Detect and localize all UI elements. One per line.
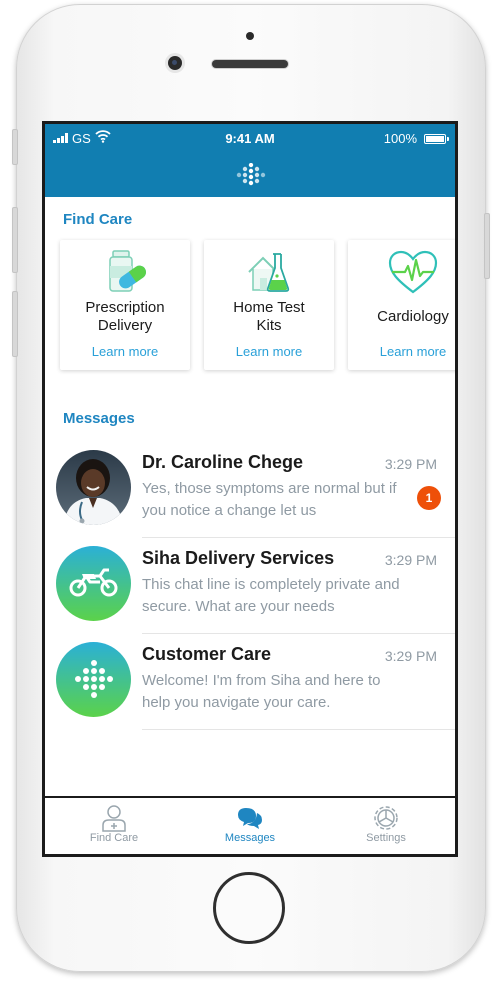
- find-care-heading: Find Care: [63, 211, 133, 228]
- message-preview: Welcome! I'm from Siha and here to help …: [142, 672, 381, 711]
- app-screen: GS 9:41 AM 100% Find Care Prescription D…: [42, 121, 458, 857]
- message-time: 3:29 PM: [384, 648, 437, 664]
- message-row-siha-delivery[interactable]: Siha Delivery Services 3:29 PM This chat…: [45, 538, 455, 634]
- message-time: 3:29 PM: [384, 456, 437, 472]
- proximity-sensor: [246, 32, 254, 40]
- learn-more-link[interactable]: Learn more: [60, 344, 190, 359]
- sender-name: Siha Delivery Services: [142, 548, 335, 568]
- siha-dots-logo-icon: [236, 163, 266, 186]
- learn-more-link[interactable]: Learn more: [204, 344, 334, 359]
- card-prescription-delivery[interactable]: Prescription Delivery Learn more: [60, 240, 190, 370]
- bottom-tab-bar: Find Care Messages Settings: [45, 796, 455, 854]
- tab-label: Messages: [224, 832, 276, 844]
- battery-icon: [424, 134, 449, 144]
- heart-pulse-icon: [388, 250, 438, 294]
- sender-name: Dr. Caroline Chege: [142, 452, 304, 472]
- status-bar: GS 9:41 AM 100%: [45, 129, 455, 149]
- find-care-carousel[interactable]: Prescription Delivery Learn more Home Te…: [60, 240, 455, 372]
- app-header: GS 9:41 AM 100%: [45, 124, 455, 197]
- card-title: Home Test Kits: [233, 299, 305, 334]
- tab-label: Find Care: [89, 832, 139, 844]
- sender-name: Customer Care: [142, 644, 272, 664]
- home-flask-icon: [248, 253, 290, 292]
- doctor-avatar: [56, 450, 131, 525]
- tab-messages[interactable]: Messages: [181, 804, 319, 844]
- mute-switch: [12, 129, 18, 165]
- tab-settings[interactable]: Settings: [317, 804, 455, 844]
- tab-label: Settings: [366, 832, 406, 844]
- message-row-customer-care[interactable]: Customer Care 3:29 PM Welcome! I'm from …: [45, 634, 455, 730]
- person-icon: [102, 805, 126, 832]
- customer-care-avatar: [56, 642, 131, 717]
- message-preview: Yes, those symptoms are normal but if yo…: [142, 480, 397, 519]
- power-button: [484, 213, 490, 279]
- front-camera: [168, 56, 182, 70]
- card-title: Cardiology: [377, 308, 449, 325]
- volume-down-button: [12, 291, 18, 357]
- messages-heading: Messages: [63, 410, 135, 427]
- earpiece-speaker: [212, 60, 288, 68]
- message-row-caroline-chege[interactable]: Dr. Caroline Chege 3:29 PM Yes, those sy…: [45, 442, 455, 538]
- card-title: Prescription Delivery: [85, 299, 165, 334]
- battery-percent: 100%: [383, 131, 417, 146]
- home-button[interactable]: [213, 872, 285, 944]
- pill-bottle-icon: [109, 250, 146, 292]
- divider: [142, 729, 455, 730]
- card-home-test-kits[interactable]: Home Test Kits Learn more: [204, 240, 334, 370]
- card-cardiology[interactable]: Cardiology Learn more: [348, 240, 455, 370]
- learn-more-link[interactable]: Learn more: [348, 344, 455, 359]
- unread-badge: 1: [417, 486, 441, 510]
- tab-find-care[interactable]: Find Care: [45, 804, 183, 844]
- chat-bubbles-icon: [238, 808, 262, 829]
- message-preview: This chat line is completely private and…: [142, 576, 400, 615]
- motorcycle-avatar: [56, 546, 131, 621]
- volume-up-button: [12, 207, 18, 273]
- message-time: 3:29 PM: [384, 552, 437, 568]
- gear-icon: [374, 806, 398, 830]
